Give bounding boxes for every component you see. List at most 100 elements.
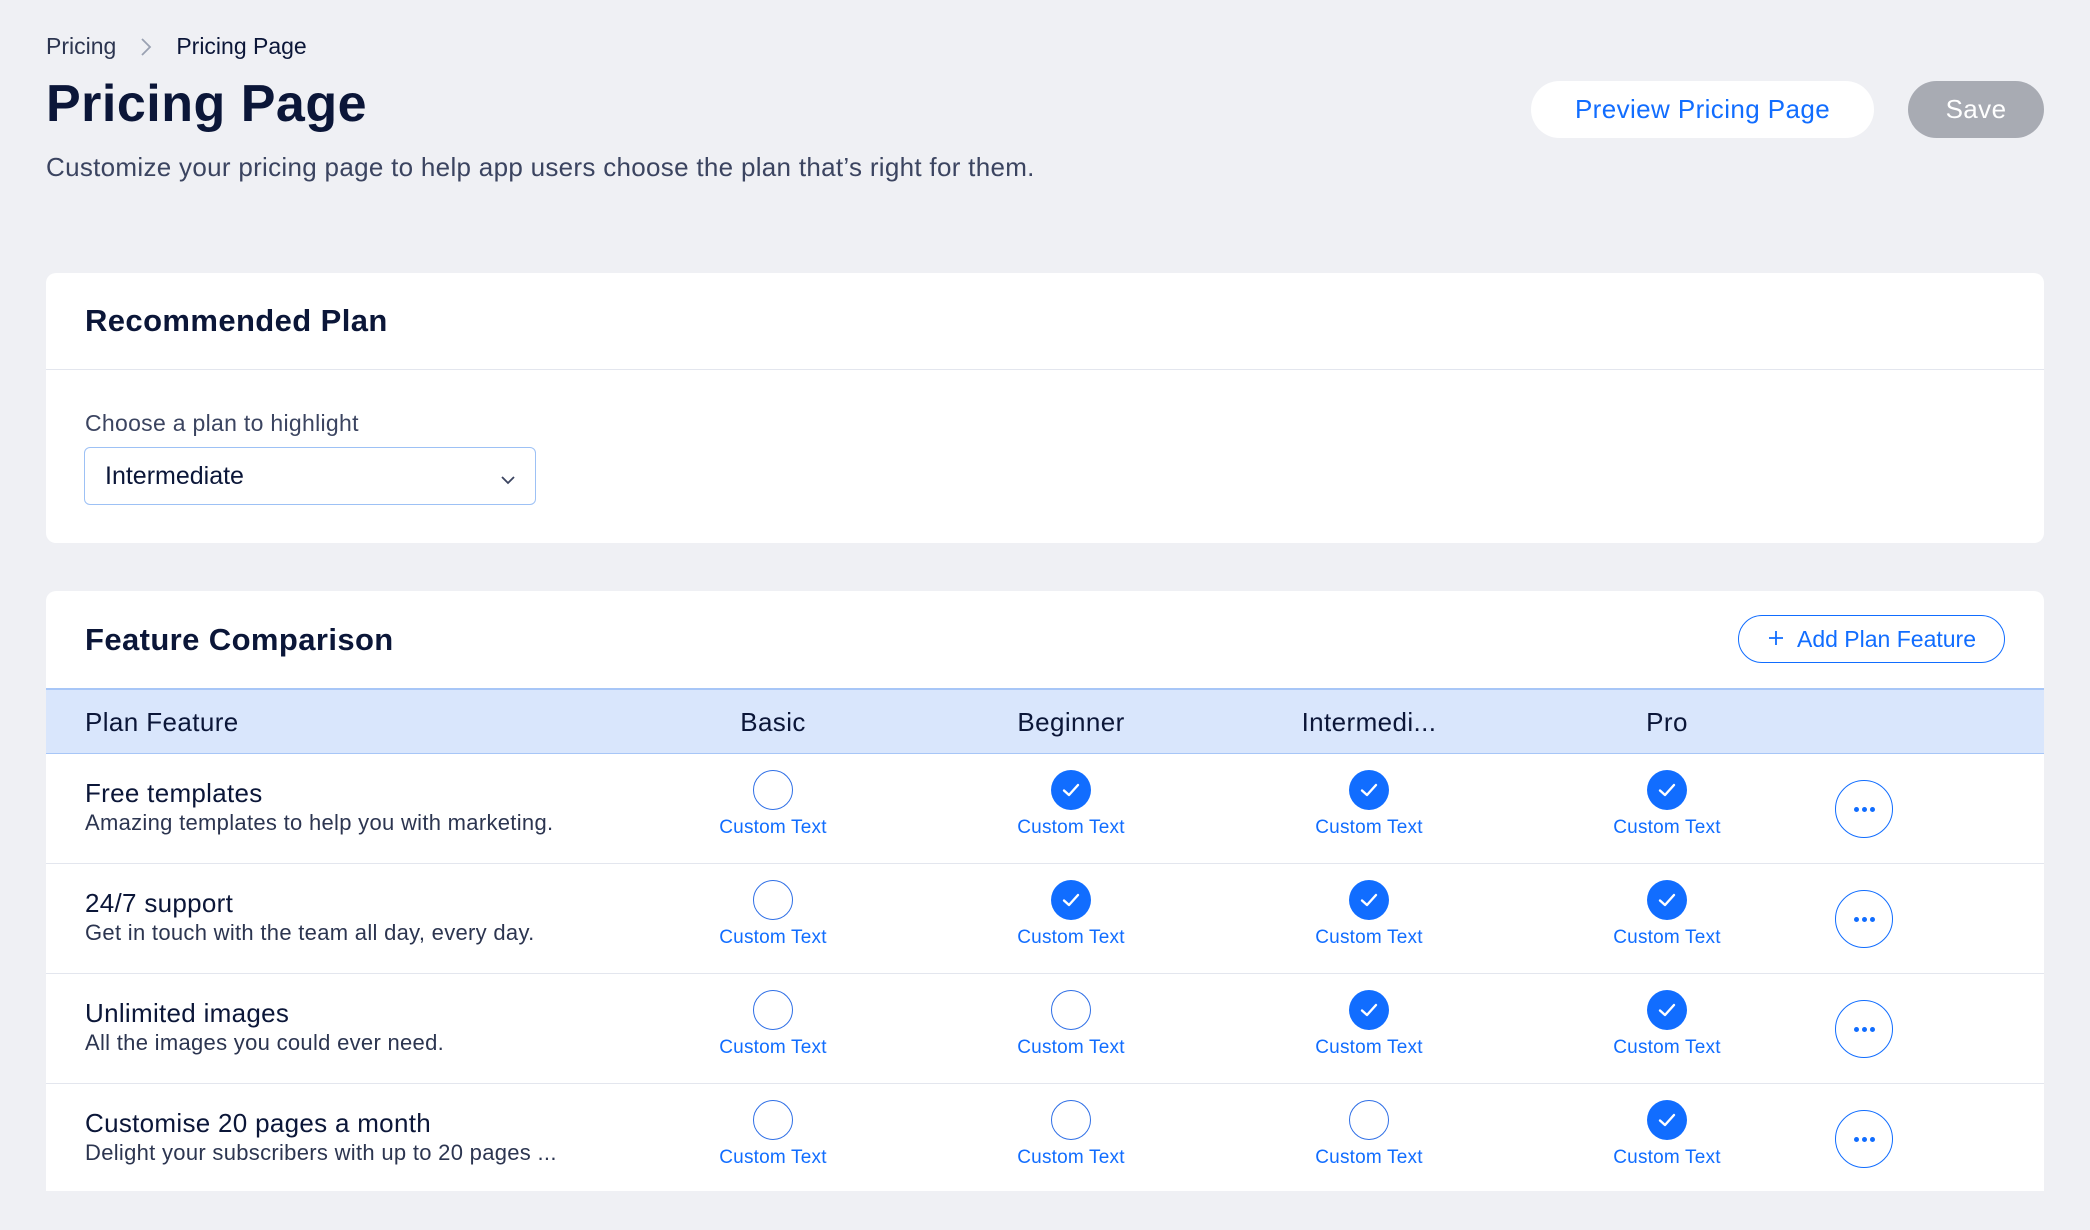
plan-cell: Custom Text [971, 990, 1171, 1059]
add-plan-feature-label: Add Plan Feature [1796, 625, 1976, 652]
check-icon [1658, 893, 1676, 907]
more-horizontal-icon[interactable] [1835, 1000, 1893, 1058]
chevron-down-icon [499, 467, 517, 496]
checked-circle-icon[interactable] [1349, 880, 1389, 920]
custom-text-link[interactable]: Custom Text [1613, 927, 1720, 949]
checked-circle-icon[interactable] [1051, 770, 1091, 810]
unchecked-circle-icon[interactable] [1051, 990, 1091, 1030]
feature-comparison-card: Feature Comparison Add Plan Feature Plan… [46, 591, 2044, 1191]
more-dot [1861, 1026, 1867, 1032]
page-subtitle: Customize your pricing page to help app … [46, 152, 1035, 182]
table-row: Free templates Amazing templates to help … [46, 754, 2044, 864]
check-icon [1360, 893, 1378, 907]
custom-text-link[interactable]: Custom Text [1017, 1147, 1124, 1169]
more-dot [1861, 806, 1867, 812]
breadcrumb: Pricing Pricing Page [46, 33, 307, 60]
custom-text-link[interactable]: Custom Text [1613, 1147, 1720, 1169]
custom-text-link[interactable]: Custom Text [719, 817, 826, 839]
check-icon [1062, 893, 1080, 907]
unchecked-circle-icon[interactable] [753, 880, 793, 920]
plan-highlight-dropdown[interactable]: Intermediate [84, 447, 536, 505]
more-dot [1869, 1026, 1875, 1032]
custom-text-link[interactable]: Custom Text [1017, 817, 1124, 839]
plan-cell: Custom Text [971, 1100, 1171, 1169]
plan-cell: Custom Text [971, 880, 1171, 949]
plan-cell: Custom Text [971, 770, 1171, 839]
custom-text-link[interactable]: Custom Text [1315, 1147, 1422, 1169]
check-icon [1360, 1003, 1378, 1017]
recommended-plan-title: Recommended Plan [85, 303, 388, 338]
unchecked-circle-icon[interactable] [1349, 1100, 1389, 1140]
column-beginner: Beginner [1017, 706, 1125, 737]
custom-text-link[interactable]: Custom Text [1315, 817, 1422, 839]
recommended-plan-header: Recommended Plan [46, 273, 2044, 370]
feature-name: Unlimited images [85, 998, 290, 1028]
more-dot [1869, 806, 1875, 812]
feature-description: Delight your subscribers with up to 20 p… [85, 1140, 557, 1165]
custom-text-link[interactable]: Custom Text [1315, 927, 1422, 949]
feature-description: All the images you could ever need. [85, 1030, 445, 1055]
plan-cell: Custom Text [1269, 880, 1469, 949]
table-header: Plan Feature Basic Beginner Intermedi...… [46, 688, 2044, 754]
custom-text-link[interactable]: Custom Text [719, 1037, 826, 1059]
custom-text-link[interactable]: Custom Text [719, 927, 826, 949]
unchecked-circle-icon[interactable] [1051, 1100, 1091, 1140]
custom-text-link[interactable]: Custom Text [719, 1147, 826, 1169]
plan-cell: Custom Text [1567, 880, 1767, 949]
plan-cell: Custom Text [673, 880, 873, 949]
plan-cell: Custom Text [1567, 770, 1767, 839]
custom-text-link[interactable]: Custom Text [1613, 817, 1720, 839]
unchecked-circle-icon[interactable] [753, 990, 793, 1030]
breadcrumb-pricing[interactable]: Pricing [46, 33, 116, 60]
plan-cell: Custom Text [673, 1100, 873, 1169]
checked-circle-icon[interactable] [1647, 770, 1687, 810]
add-plan-feature-button[interactable]: Add Plan Feature [1738, 615, 2005, 663]
checked-circle-icon[interactable] [1349, 990, 1389, 1030]
plan-cell: Custom Text [673, 990, 873, 1059]
column-intermediate: Intermedi... [1301, 706, 1437, 737]
more-horizontal-icon[interactable] [1835, 890, 1893, 948]
chevron-right-icon [140, 37, 152, 57]
breadcrumb-current: Pricing Page [176, 33, 307, 59]
more-dot [1861, 916, 1867, 922]
more-dot [1853, 1026, 1859, 1032]
check-icon [1658, 1113, 1676, 1127]
plan-cell: Custom Text [1269, 990, 1469, 1059]
pricing-page: Pricing Pricing Page Pricing Page Custom… [0, 0, 2090, 1230]
custom-text-link[interactable]: Custom Text [1017, 1037, 1124, 1059]
more-dot [1861, 1136, 1867, 1142]
checked-circle-icon[interactable] [1051, 880, 1091, 920]
feature-name: 24/7 support [85, 888, 234, 918]
feature-comparison-header: Feature Comparison Add Plan Feature [46, 591, 2044, 688]
checked-circle-icon[interactable] [1647, 880, 1687, 920]
more-dot [1853, 806, 1859, 812]
unchecked-circle-icon[interactable] [753, 770, 793, 810]
more-horizontal-icon[interactable] [1835, 780, 1893, 838]
plus-icon [1767, 626, 1785, 653]
check-icon [1062, 783, 1080, 797]
table-row: Customise 20 pages a month Delight your s… [46, 1084, 2044, 1191]
checked-circle-icon[interactable] [1647, 1100, 1687, 1140]
unchecked-circle-icon[interactable] [753, 1100, 793, 1140]
feature-name: Free templates [85, 778, 263, 808]
preview-pricing-page-button[interactable]: Preview Pricing Page [1531, 81, 1874, 138]
custom-text-link[interactable]: Custom Text [1017, 927, 1124, 949]
feature-comparison-title: Feature Comparison [85, 621, 394, 657]
feature-name: Customise 20 pages a month [85, 1108, 431, 1138]
more-horizontal-icon[interactable] [1835, 1110, 1893, 1168]
plan-highlight-selected: Intermediate [105, 461, 244, 490]
checked-circle-icon[interactable] [1647, 990, 1687, 1030]
plan-highlight-label: Choose a plan to highlight [85, 410, 359, 436]
plan-cell: Custom Text [1269, 1100, 1469, 1169]
more-dot [1869, 1136, 1875, 1142]
feature-description: Amazing templates to help you with marke… [85, 810, 554, 835]
checked-circle-icon[interactable] [1349, 770, 1389, 810]
custom-text-link[interactable]: Custom Text [1315, 1037, 1422, 1059]
recommended-plan-card: Recommended Plan Choose a plan to highli… [46, 273, 2044, 543]
check-icon [1658, 783, 1676, 797]
check-icon [1658, 1003, 1676, 1017]
custom-text-link[interactable]: Custom Text [1613, 1037, 1720, 1059]
save-button[interactable]: Save [1908, 81, 2044, 138]
column-plan-feature: Plan Feature [85, 706, 239, 737]
feature-description: Get in touch with the team all day, ever… [85, 920, 535, 945]
